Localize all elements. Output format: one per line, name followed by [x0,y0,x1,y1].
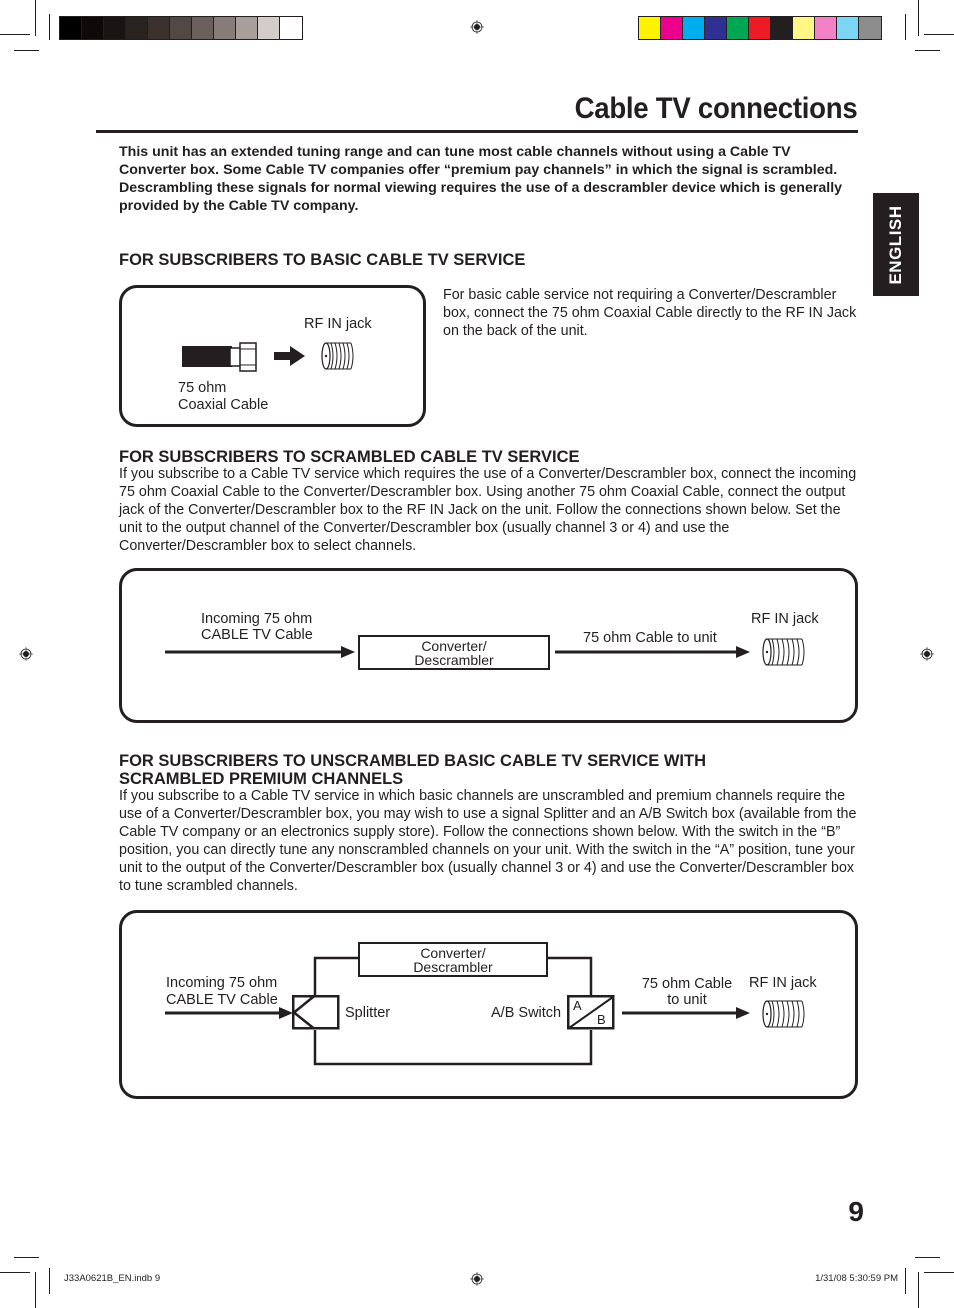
language-tab: ENGLISH [873,193,919,296]
cable-to-unit-label: 75 ohm Cable to unit [583,630,717,646]
color-swatch [639,17,661,39]
crop-mark [915,1257,940,1258]
switch-a-label: A [573,998,582,1013]
section-heading-line1: FOR SUBSCRIBERS TO UNSCRAMBLED BASIC CAB… [119,752,707,770]
crop-mark [49,14,50,40]
crop-mark [14,50,39,51]
color-swatch [859,17,881,39]
converter-label-line1: Converter/ [421,638,487,654]
splitter-icon [292,995,340,1030]
color-swatch [771,17,793,39]
process-color-bar [638,16,882,40]
rf-in-jack-label: RF IN jack [304,316,372,332]
crop-mark [905,14,906,40]
rf-in-jack-label: RF IN jack [751,611,819,627]
ab-switch-label: A/B Switch [491,1005,562,1021]
converter-label-line1: Converter/ [420,945,486,961]
color-swatch [192,17,214,39]
converter-descrambler-box: Converter/ Descrambler [358,635,550,670]
grayscale-color-bar [59,16,303,40]
color-swatch [705,17,727,39]
cable-label-line1: 75 ohm [178,380,227,396]
coaxial-cable-icon [182,342,257,372]
page-number: 9 [848,1196,864,1227]
crop-mark [915,50,940,51]
crop-mark [49,1268,50,1294]
ab-switch-box: A B [567,995,615,1030]
crop-mark [35,0,36,36]
color-swatch [82,17,104,39]
registration-mark-icon [470,20,484,34]
switch-b-label: B [597,1012,606,1027]
section-heading-unscrambled: FOR SUBSCRIBERS TO UNSCRAMBLED BASIC CAB… [119,752,706,788]
converter-descrambler-box: Converter/ Descrambler [358,942,548,977]
color-swatch [661,17,683,39]
color-swatch [793,17,815,39]
color-swatch [214,17,236,39]
color-swatch [837,17,859,39]
cable-to-unit-line1: 75 ohm Cable [641,976,733,992]
color-swatch [280,17,302,39]
crop-mark [14,1257,39,1258]
slug-file: J33A0621B_EN.indb 9 [64,1273,161,1284]
color-swatch [749,17,771,39]
incoming-label-line1: Incoming 75 ohm [166,975,278,991]
registration-mark-icon [920,647,934,661]
rf-jack-icon [762,1000,805,1028]
diagram-splitter-ab-switch: Converter/ Descrambler Incoming 75 ohm C… [119,910,858,1099]
language-tab-label: ENGLISH [886,204,905,285]
diagram-scrambled: Incoming 75 ohm CABLE TV Cable Converter… [119,568,858,723]
crop-mark [918,1272,919,1308]
crop-mark [0,1272,30,1273]
arrow-right-icon [165,646,355,658]
cable-label-line2: Coaxial Cable [178,397,269,413]
incoming-label-line2: CABLE TV Cable [201,627,313,643]
section-body-scrambled: If you subscribe to a Cable TV service w… [119,466,857,554]
crop-mark [924,34,954,35]
converter-label-line2: Descrambler [413,959,493,975]
color-swatch [727,17,749,39]
color-swatch [104,17,126,39]
section-body-basic: For basic cable service not requiring a … [443,287,857,339]
page-title: Cable TV connections [574,92,857,125]
color-swatch [258,17,280,39]
section-heading-scrambled: FOR SUBSCRIBERS TO SCRAMBLED CABLE TV SE… [119,448,580,466]
rf-jack-icon [762,638,805,666]
splitter-label: Splitter [345,1005,391,1021]
color-swatch [683,17,705,39]
converter-label-line2: Descrambler [414,652,494,668]
color-swatch [170,17,192,39]
diagram-basic: RF IN jack 75 ohm Coaxial Cable [119,285,426,427]
arrow-right-icon [622,1007,750,1019]
incoming-label-line2: CABLE TV Cable [166,992,278,1008]
color-swatch [60,17,82,39]
section-body-unscrambled: If you subscribe to a Cable TV service i… [119,788,857,894]
rf-jack-icon [321,342,354,370]
title-rule [96,130,858,133]
cable-to-unit-line2: to unit [667,992,707,1008]
cable-to-unit-label: 75 ohm Cable to unit [637,976,737,1008]
slug-timestamp: 1/31/08 5:30:59 PM [815,1273,898,1284]
crop-mark [35,1272,36,1308]
registration-mark-icon [470,1272,484,1286]
section-heading-basic: FOR SUBSCRIBERS TO BASIC CABLE TV SERVIC… [119,251,526,269]
intro-paragraph: This unit has an extended tuning range a… [119,144,843,214]
incoming-label-line1: Incoming 75 ohm [201,611,313,627]
rf-in-jack-label: RF IN jack [749,975,817,991]
arrow-right-icon [555,646,750,658]
color-swatch [126,17,148,39]
color-swatch [148,17,170,39]
color-swatch [815,17,837,39]
section-heading-line2: SCRAMBLED PREMIUM CHANNELS [119,770,404,788]
crop-mark [918,0,919,36]
arrow-right-icon [165,1007,293,1019]
registration-mark-icon [19,647,33,661]
crop-mark [924,1272,954,1273]
color-swatch [236,17,258,39]
arrow-right-icon [274,346,305,366]
crop-mark [0,34,30,35]
crop-mark [905,1268,906,1294]
